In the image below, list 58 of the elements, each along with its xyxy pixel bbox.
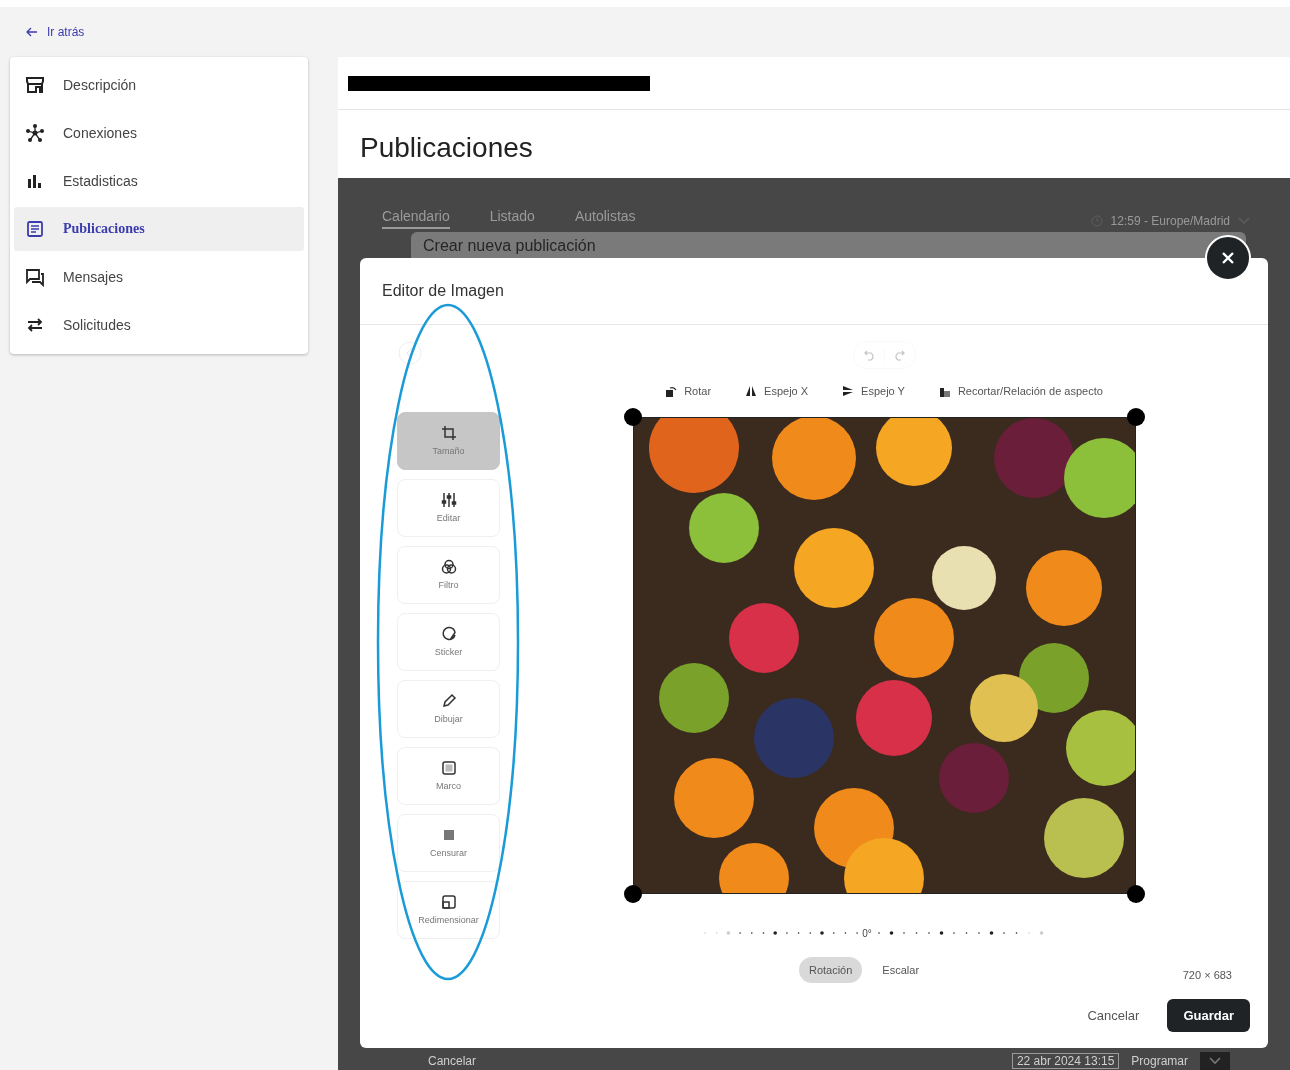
- crop-handle[interactable]: [623, 884, 642, 903]
- mirror-vertical-icon: [842, 384, 855, 397]
- dropdown-button[interactable]: [1200, 1052, 1230, 1070]
- sidebar-item[interactable]: Mensajes: [14, 255, 304, 299]
- toolbar-button[interactable]: Rotar: [665, 384, 712, 397]
- back-link[interactable]: Ir atrás: [26, 25, 85, 39]
- redo-icon: [892, 348, 905, 361]
- cancel-button[interactable]: Cancelar: [428, 1053, 477, 1069]
- storefront-icon: [25, 75, 45, 95]
- sidebar-item[interactable]: Descripción: [14, 63, 304, 107]
- tool-button[interactable]: Redimensionar: [397, 880, 500, 939]
- tool-button[interactable]: Censurar: [397, 813, 500, 872]
- cancel-button[interactable]: Cancelar: [1081, 1006, 1146, 1024]
- sidebar-item[interactable]: Publicaciones: [14, 207, 304, 251]
- circles-icon: [440, 559, 457, 575]
- rotate-icon: [665, 384, 678, 397]
- chat-bubbles-icon: [25, 267, 45, 287]
- tool-button[interactable]: Marco: [397, 746, 500, 805]
- dialog-title: Crear nueva publicación: [423, 237, 596, 254]
- toolbar-button[interactable]: Recortar/Relación de aspecto: [938, 384, 1103, 397]
- pencil-icon: [440, 693, 457, 709]
- crop-handle[interactable]: [1126, 407, 1145, 426]
- document-icon: [25, 219, 45, 239]
- close-icon: [1221, 251, 1235, 265]
- tab[interactable]: Autolistas: [574, 208, 636, 229]
- tool-button[interactable]: Filtro: [397, 545, 500, 604]
- image-dimensions: 720 × 683: [1182, 968, 1232, 981]
- mode-tab[interactable]: Rotación: [798, 956, 863, 983]
- arrow-left-icon: [26, 27, 38, 37]
- page-title: Publicaciones: [359, 131, 534, 164]
- sticker-icon: [440, 626, 457, 642]
- network-icon: [25, 123, 45, 143]
- sidebar-item[interactable]: Solicitudes: [14, 303, 304, 347]
- sliders-icon: [440, 492, 457, 508]
- tab[interactable]: Listado: [489, 208, 535, 229]
- toolbar-button[interactable]: Espejo Y: [842, 384, 905, 397]
- frame-icon: [440, 760, 457, 776]
- resize-icon: [440, 894, 457, 910]
- toolbar-button[interactable]: Espejo X: [745, 384, 809, 397]
- mirror-horizontal-icon: [745, 384, 758, 397]
- back-circle-icon[interactable]: [398, 340, 422, 365]
- tool-button[interactable]: Editar: [397, 478, 500, 537]
- dialog-title: Editor de Imagen: [382, 281, 504, 300]
- mode-tab[interactable]: Escalar: [872, 956, 930, 983]
- tool-button[interactable]: Sticker: [397, 612, 500, 671]
- crop-handle[interactable]: [623, 407, 642, 426]
- sidebar-item[interactable]: Conexiones: [14, 111, 304, 155]
- schedule-button[interactable]: Programar: [1131, 1053, 1188, 1069]
- save-button[interactable]: Guardar: [1167, 998, 1250, 1032]
- date-field[interactable]: 22 abr 2024 13:15: [1011, 1053, 1120, 1069]
- tool-button[interactable]: Dibujar: [397, 679, 500, 738]
- rotation-reading: 0°: [862, 927, 872, 939]
- chevron-down-icon: [1209, 1057, 1221, 1065]
- tab[interactable]: Calendario: [382, 208, 450, 229]
- sidebar-item[interactable]: Estadisticas: [14, 159, 304, 203]
- undo-icon: [863, 348, 876, 361]
- timezone-label: 12:59 - Europe/Madrid: [1110, 214, 1230, 228]
- crop-icon: [440, 425, 457, 441]
